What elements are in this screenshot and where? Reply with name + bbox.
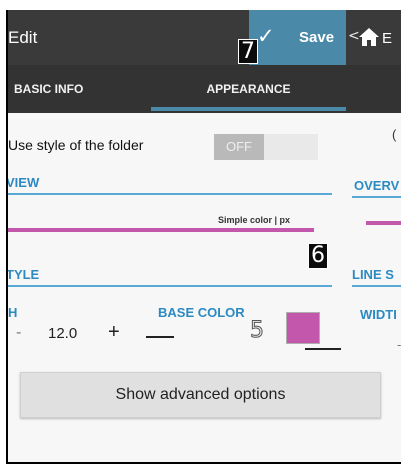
peek-width-header: WIDTI — [360, 307, 397, 322]
checkmark-icon: ✓ — [257, 24, 275, 48]
section-style-divider — [6, 285, 332, 287]
peek-app-bar: < E — [346, 10, 401, 65]
peek-overview-header: OVERV — [354, 178, 400, 193]
peek-row-text: ( — [392, 127, 397, 142]
marker-7: 7 — [238, 39, 258, 64]
base-color-header: BASE COLOR — [158, 305, 245, 320]
width-decrease-button[interactable]: - — [16, 324, 21, 342]
screen: Edit ✓ Save 7 BASIC INFO APPEARANCE Use … — [0, 0, 401, 474]
use-folder-style-toggle[interactable]: OFF — [214, 134, 318, 160]
swatch-underline — [305, 348, 341, 350]
save-label: Save — [299, 29, 335, 46]
page-title: Edit — [8, 28, 38, 47]
marker-6: 6 — [308, 243, 328, 269]
section-view: VIEW — [6, 175, 40, 190]
frame-bottom-edge — [6, 462, 401, 464]
width-increase-button[interactable]: + — [108, 321, 120, 344]
use-folder-style-label: Use style of the folder — [8, 137, 144, 153]
peek-color-bar — [366, 221, 401, 225]
tab-indicator — [151, 107, 346, 111]
width-header: H — [8, 305, 18, 320]
marker-5: 5 — [250, 318, 265, 344]
frame-left-edge — [6, 10, 8, 464]
line-width-sample — [146, 336, 174, 338]
home-icon[interactable] — [358, 27, 380, 47]
tab-basic-info[interactable]: BASIC INFO — [14, 65, 134, 113]
section-view-divider — [6, 193, 332, 195]
toggle-off-label: OFF — [214, 134, 264, 160]
peek-line-style-divider — [352, 285, 401, 287]
app-bar: Edit ✓ Save 7 — [6, 10, 346, 65]
tab-appearance[interactable]: APPEARANCE — [151, 65, 346, 113]
width-value: 12.0 — [48, 325, 78, 342]
tab-bar: BASIC INFO APPEARANCE — [6, 65, 346, 113]
save-button[interactable]: ✓ Save — [249, 10, 346, 65]
color-preview-caption: Simple color | px — [218, 215, 291, 225]
peek-title: E — [382, 30, 393, 47]
peek-overview-divider — [352, 196, 401, 198]
show-advanced-options-button[interactable]: Show advanced options — [20, 372, 381, 418]
base-color-swatch[interactable] — [286, 312, 320, 344]
color-preview-bar — [6, 228, 314, 232]
peek-dash: - — [397, 337, 401, 352]
peek-line-style-header: LINE S — [352, 267, 394, 282]
peek-tab-bar — [346, 65, 401, 113]
section-style: TYLE — [6, 267, 40, 282]
